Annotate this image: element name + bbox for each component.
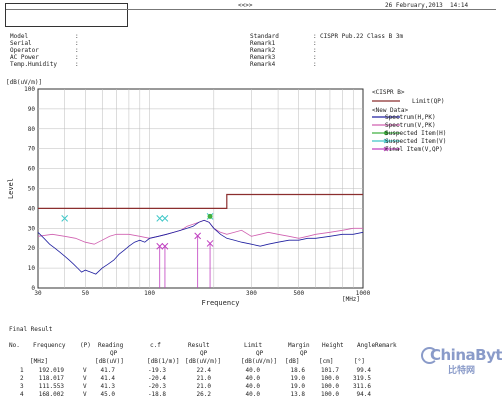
y-axis-label: Level bbox=[7, 178, 15, 199]
y-tick-label: 70 bbox=[28, 146, 36, 153]
results-cell: 111.553 bbox=[38, 383, 64, 390]
results-cell: 319.5 bbox=[352, 375, 371, 382]
results-col-header: Angle bbox=[357, 342, 376, 349]
results-col-header: Frequency bbox=[33, 342, 66, 349]
results-col-unit: [dB(uV/m)] bbox=[185, 358, 222, 365]
legend-title: <CISPR B> bbox=[372, 89, 405, 96]
results-cell: 40.0 bbox=[245, 391, 260, 398]
legend-item-label: Limit(QP) bbox=[412, 98, 445, 105]
y-tick-label: 20 bbox=[28, 245, 36, 252]
x-tick-label: 30 bbox=[34, 290, 42, 297]
y-tick-label: 10 bbox=[28, 265, 36, 272]
results-cell: -20.3 bbox=[147, 383, 166, 390]
results-cell: 94.4 bbox=[356, 391, 371, 398]
results-col-unit: [MHz] bbox=[30, 358, 49, 365]
y-tick-label: 90 bbox=[28, 106, 36, 113]
watermark-line1: ChinaByte bbox=[430, 346, 502, 364]
results-cell: 21.0 bbox=[196, 375, 211, 382]
legend-subtitle: <New Data> bbox=[372, 107, 409, 114]
results-title: Final Result bbox=[9, 326, 53, 333]
results-cell: 41.7 bbox=[100, 367, 115, 374]
results-col-unit: [dB(uV/m)] bbox=[241, 358, 278, 365]
results-cell: 118.017 bbox=[38, 375, 64, 382]
results-col-header: Remark bbox=[375, 342, 397, 349]
results-col-unit: [dB] bbox=[285, 358, 300, 365]
watermark: ChinaByte 比特网 bbox=[421, 346, 502, 376]
results-col-header: Height bbox=[322, 342, 344, 349]
results-cell: 45.0 bbox=[100, 391, 115, 398]
legend-item-label: Suspected Item(V) bbox=[385, 138, 446, 145]
y-tick-label: 40 bbox=[28, 205, 36, 212]
results-cell: 168.002 bbox=[38, 391, 64, 398]
results-col-unit: [dB(1/m)] bbox=[147, 358, 180, 365]
results-cell: 40.0 bbox=[245, 383, 260, 390]
y-axis-unit: [dB(uV/m)] bbox=[6, 79, 42, 86]
results-cell: 26.2 bbox=[196, 391, 211, 398]
results-col-header: Margin bbox=[288, 342, 310, 349]
y-tick-label: 50 bbox=[28, 186, 36, 193]
legend-item-label: Suspected Item(H) bbox=[385, 130, 446, 137]
watermark-line2: 比特网 bbox=[448, 366, 476, 376]
x-tick-label: 300 bbox=[246, 290, 257, 297]
legend-item-label: Final Item(V,QP) bbox=[385, 146, 443, 153]
legend-item-label: Spectrum(H,PK) bbox=[385, 114, 436, 121]
results-col-unit: [°] bbox=[354, 358, 365, 365]
results-cell: -20.4 bbox=[147, 375, 166, 382]
results-cell: 311.6 bbox=[352, 383, 371, 390]
results-col-sub: QP bbox=[256, 350, 264, 357]
results-col-sub: QP bbox=[300, 350, 308, 357]
y-tick-label: 80 bbox=[28, 126, 36, 133]
legend-item-label: Spectrum(V,PK) bbox=[385, 122, 436, 129]
results-cell: -18.8 bbox=[147, 391, 166, 398]
results-col-header: c.f bbox=[150, 342, 161, 349]
x-axis-label: Frequency bbox=[202, 299, 240, 307]
results-col-unit: [cm] bbox=[319, 358, 334, 365]
suspected-h-point bbox=[207, 213, 213, 219]
x-axis-unit: [MHz] bbox=[342, 296, 360, 303]
y-tick-label: 60 bbox=[28, 166, 36, 173]
results-col-sub: QP bbox=[110, 350, 118, 357]
results-cell: 40.0 bbox=[245, 367, 260, 374]
x-tick-label: 100 bbox=[144, 290, 155, 297]
results-col-sub: QP bbox=[200, 350, 208, 357]
results-col-header: No. bbox=[9, 342, 20, 349]
y-tick-label: 100 bbox=[24, 86, 35, 93]
chinabyte-logo-icon bbox=[421, 347, 438, 364]
results-col-header: (P) bbox=[80, 342, 91, 349]
x-tick-label: 50 bbox=[82, 290, 90, 297]
y-tick-label: 30 bbox=[28, 225, 36, 232]
results-cell: 41.4 bbox=[100, 375, 115, 382]
results-cell: 21.0 bbox=[196, 383, 211, 390]
results-col-header: Reading bbox=[98, 342, 124, 349]
results-cell: 22.4 bbox=[196, 367, 211, 374]
results-cell: 40.0 bbox=[245, 375, 260, 382]
results-cell: 41.3 bbox=[100, 383, 115, 390]
results-cell: 192.019 bbox=[38, 367, 64, 374]
results-col-header: Result bbox=[188, 342, 210, 349]
x-tick-label: 500 bbox=[293, 290, 304, 297]
results-cell: -19.3 bbox=[147, 367, 166, 374]
emission-chart: 010203040506070809010030 50 100 300 500 1000[… bbox=[6, 79, 446, 307]
results-cell: 99.4 bbox=[356, 367, 371, 374]
results-col-unit: [dB(uV)] bbox=[95, 358, 124, 365]
results-col-header: Limit bbox=[244, 342, 263, 349]
